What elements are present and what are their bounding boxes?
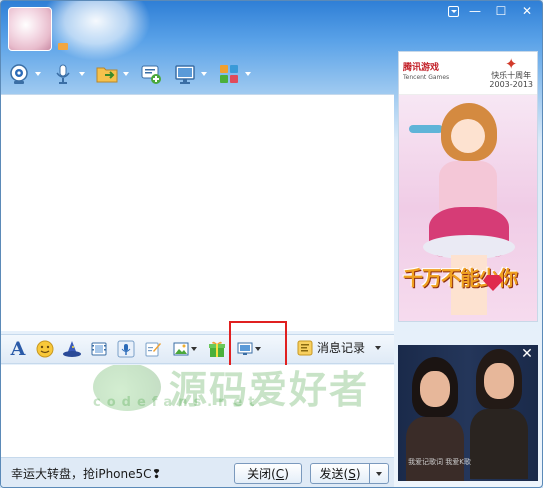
smiley-icon <box>36 340 54 358</box>
remote-assist-button[interactable] <box>173 62 207 86</box>
picture-icon <box>173 342 189 356</box>
chevron-down-icon <box>123 72 129 76</box>
watermark-subtext: codefans.net <box>93 395 261 410</box>
close-button-paren: ) <box>284 466 289 481</box>
create-group-button[interactable] <box>139 62 163 86</box>
close-button[interactable]: 关闭(C) <box>234 463 302 484</box>
game-ad-panel[interactable]: 腾讯游戏 Tencent Games ✦ 快乐十周年 2003-2013 千万不… <box>398 51 538 322</box>
chat-window: — ☐ ✕ 腾讯游戏 Tencent Games ✦ 快乐十周年 2003-20… <box>0 0 543 488</box>
tencent-games-logo: 腾讯游戏 Tencent Games <box>403 63 449 83</box>
voice-message-button[interactable] <box>115 338 137 360</box>
wizard-hat-icon <box>63 341 81 357</box>
send-button-key: S <box>348 466 356 481</box>
format-toolbar: A 消息记录 <box>1 334 394 364</box>
apps-button[interactable] <box>217 62 251 86</box>
chevron-down-icon <box>35 72 41 76</box>
ad-artwork: 千万不能少你 <box>399 95 537 321</box>
person-face <box>420 371 450 407</box>
monitor-icon <box>173 62 197 86</box>
close-icon[interactable]: ✕ <box>520 347 534 361</box>
video-ad-panel[interactable]: 我爱记歌词 我爱K歌 ✕ <box>398 345 538 481</box>
message-input[interactable]: 源码爱好者 codefans.net <box>1 365 394 457</box>
person-clothes <box>406 417 464 481</box>
doodle-button[interactable] <box>142 338 164 360</box>
chevron-down-icon <box>201 72 207 76</box>
maximize-button[interactable]: ☐ <box>488 1 514 21</box>
video-person-right <box>470 349 532 481</box>
history-icon <box>297 340 313 355</box>
film-icon <box>91 342 107 356</box>
character-body <box>439 161 497 213</box>
send-options-button[interactable] <box>369 463 389 484</box>
magic-face-button[interactable] <box>61 338 83 360</box>
status-badge <box>58 43 68 50</box>
ad-header: 腾讯游戏 Tencent Games ✦ 快乐十周年 2003-2013 <box>399 52 537 95</box>
font-button[interactable]: A <box>7 338 29 360</box>
apps-grid-icon <box>217 62 241 86</box>
close-button-key: C <box>275 466 285 481</box>
dropdown-icon <box>447 5 459 17</box>
promo-link[interactable]: 幸运大转盘，抢iPhone5C❢ <box>11 465 162 482</box>
add-chat-icon <box>139 62 163 86</box>
microphone-icon <box>51 62 75 86</box>
video-show-button[interactable] <box>88 338 110 360</box>
tencent-games-sublabel: Tencent Games <box>403 74 450 81</box>
webcam-icon <box>7 62 31 86</box>
video-call-button[interactable] <box>7 62 41 86</box>
message-history-button[interactable]: 消息记录 <box>297 339 382 356</box>
close-button-label: 关闭( <box>247 467 276 481</box>
window-controls: — ☐ ✕ <box>444 1 540 21</box>
gift-icon <box>209 341 225 357</box>
title-bar: — ☐ ✕ <box>1 1 542 61</box>
toy-plane-graphic <box>409 125 443 133</box>
close-window-button[interactable]: ✕ <box>514 1 540 21</box>
image-button[interactable] <box>169 338 201 360</box>
voice-message-icon <box>117 340 135 358</box>
send-button-label: 发送( <box>319 467 349 481</box>
voice-call-button[interactable] <box>51 62 85 86</box>
send-button[interactable]: 发送(S) <box>310 463 370 484</box>
anniversary-years: 2003-2013 <box>489 80 533 89</box>
tencent-games-label: 腾讯游戏 <box>403 63 440 73</box>
folder-icon <box>95 62 119 86</box>
bottom-bar: 幸运大转盘，抢iPhone5C❢ 关闭(C) 发送(S) <box>1 457 394 487</box>
gift-button[interactable] <box>206 338 228 360</box>
contact-avatar[interactable] <box>8 7 52 51</box>
chevron-down-icon <box>375 345 382 350</box>
pen-note-icon <box>145 342 161 357</box>
video-caption: 我爱记歌词 我爱K歌 <box>408 458 471 466</box>
anniversary-label: 快乐十周年 <box>491 71 532 80</box>
message-history-area[interactable] <box>1 94 394 331</box>
anniversary-logo: ✦ 快乐十周年 2003-2013 <box>489 55 533 90</box>
person-face <box>484 363 514 399</box>
character-face <box>451 119 485 153</box>
send-button-paren: ) <box>355 466 361 481</box>
chevron-down-icon <box>376 471 382 476</box>
chevron-down-icon <box>191 347 197 351</box>
ad-slogan: 千万不能少你 <box>403 266 518 290</box>
window-menu-button[interactable] <box>444 1 462 21</box>
font-icon: A <box>10 338 26 360</box>
person-clothes <box>470 409 528 479</box>
title-glow <box>41 1 151 61</box>
chevron-down-icon <box>79 72 85 76</box>
emoji-button[interactable] <box>34 338 56 360</box>
message-history-label: 消息记录 <box>317 341 366 355</box>
send-file-button[interactable] <box>95 62 129 86</box>
top-toolbar <box>7 59 251 89</box>
chevron-down-icon <box>245 72 251 76</box>
minimize-button[interactable]: — <box>462 1 488 21</box>
